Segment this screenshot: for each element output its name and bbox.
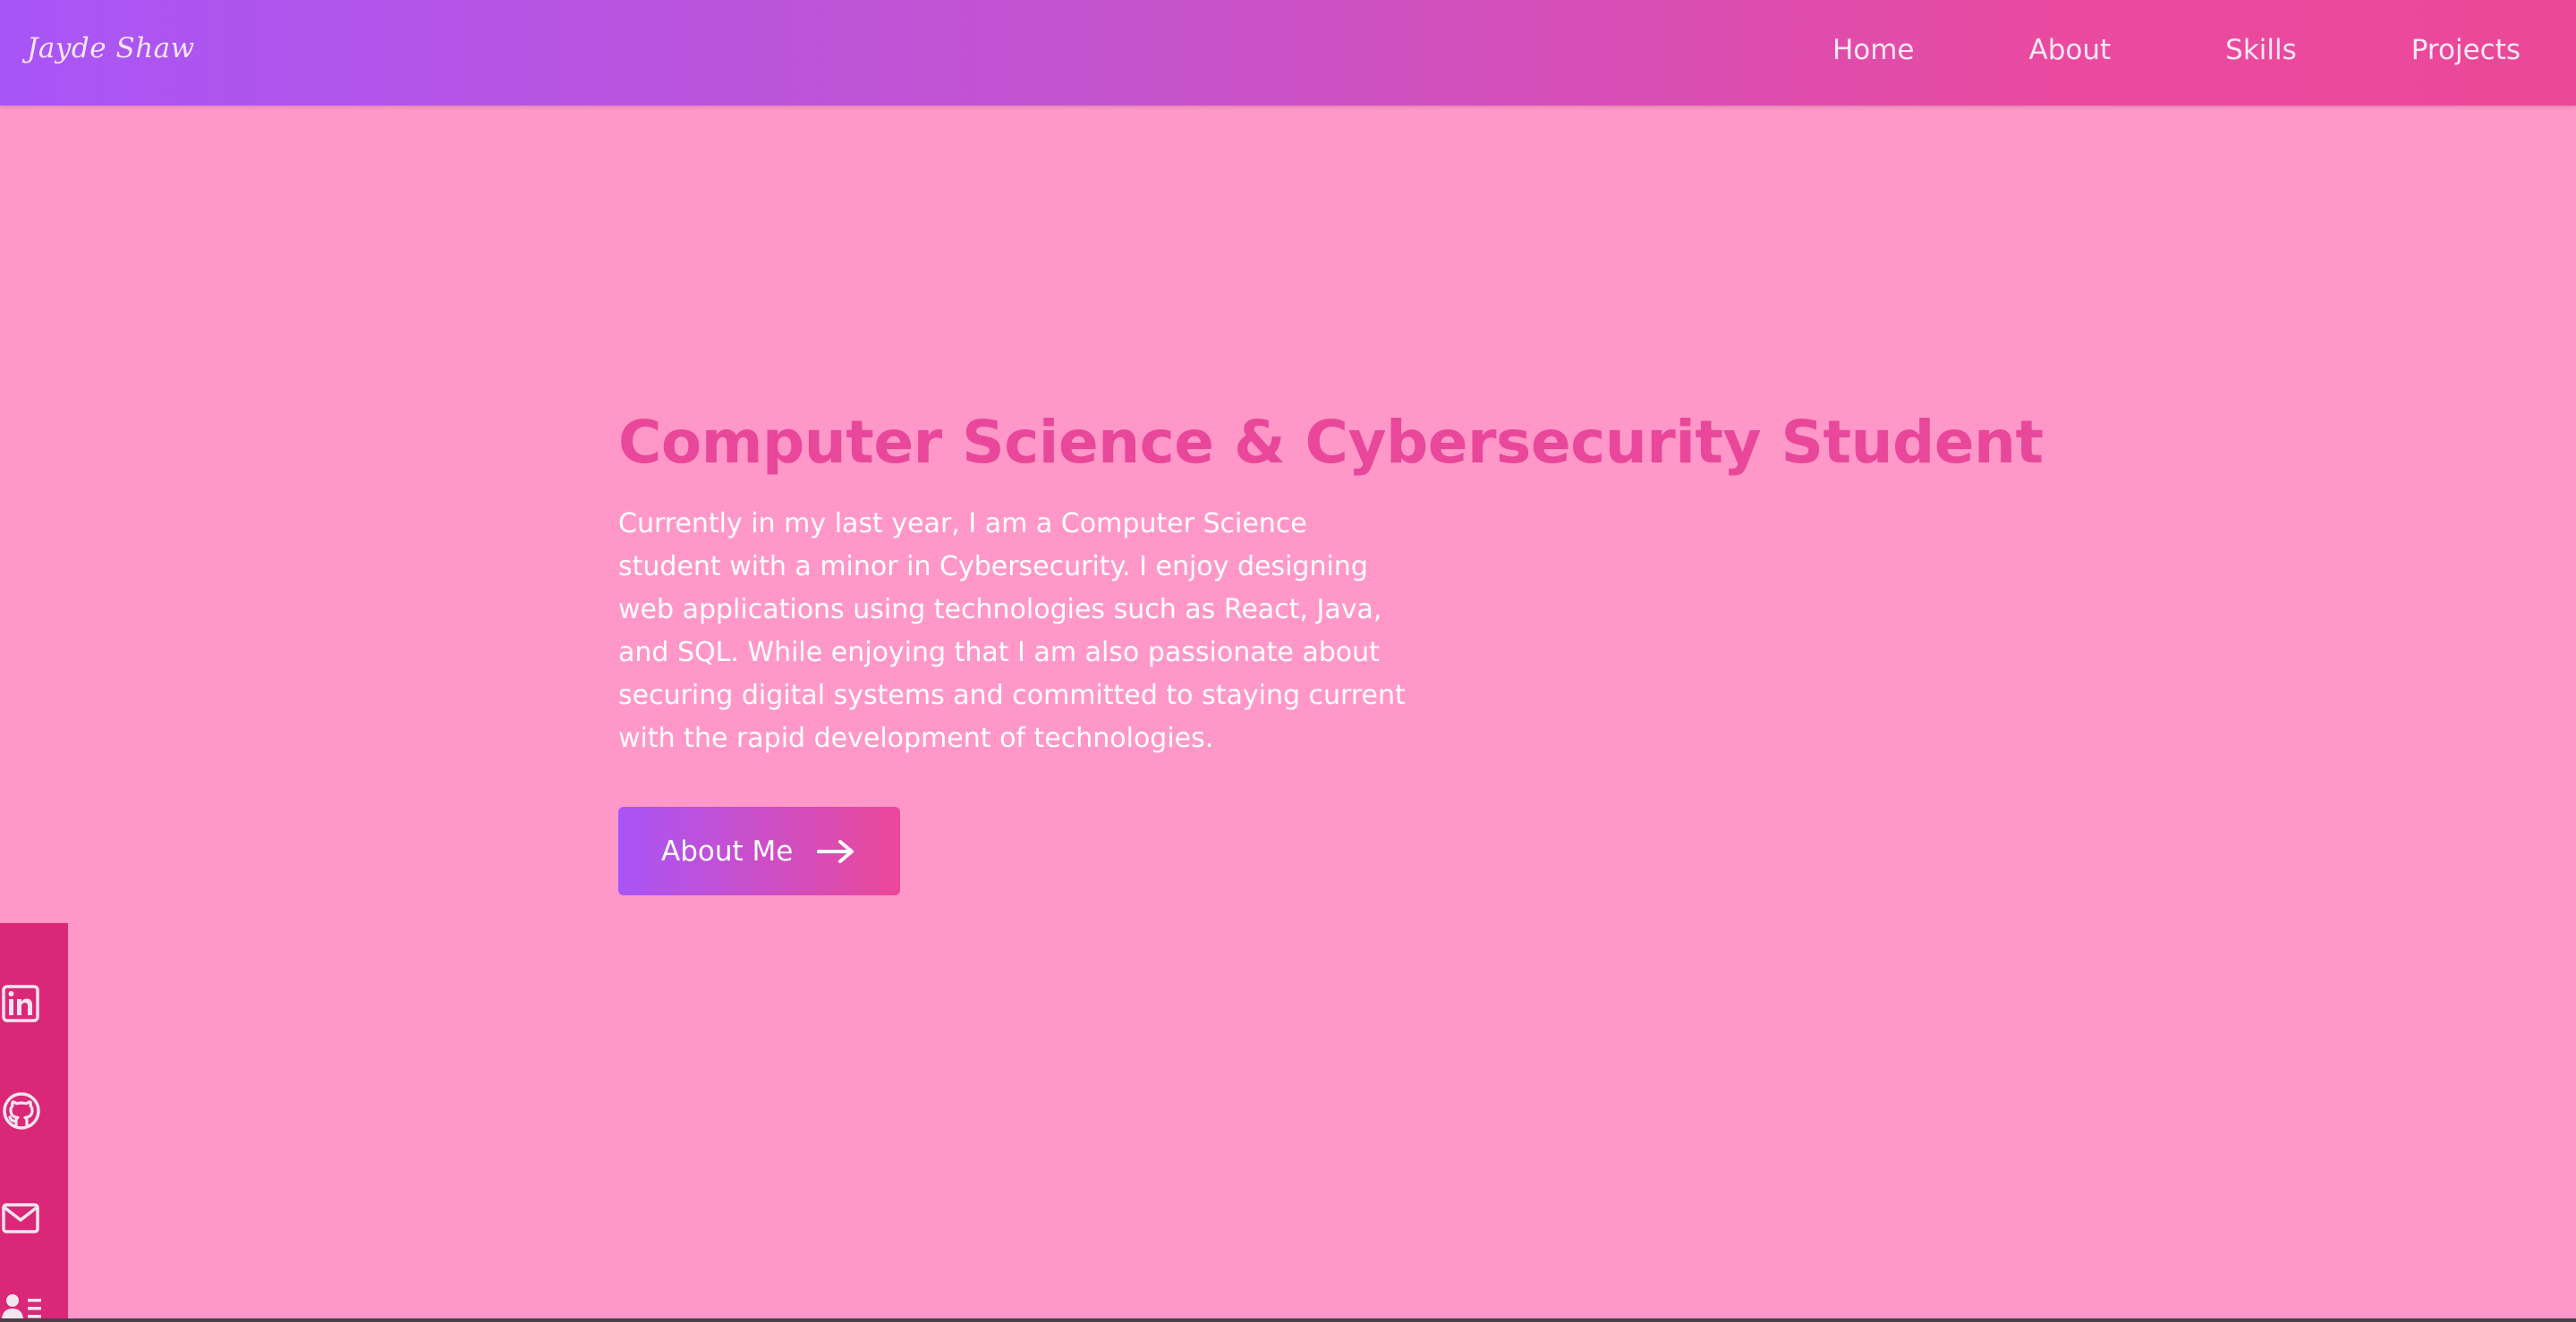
linkedin-icon	[0, 985, 39, 1026]
page: Jayde Shaw Home About Skills Projects Co…	[0, 0, 2576, 1322]
top-navbar: Jayde Shaw Home About Skills Projects	[0, 0, 2576, 106]
nav-link-projects[interactable]: Projects	[2411, 34, 2521, 66]
resume-link[interactable]	[0, 1275, 68, 1322]
social-sidebar	[0, 923, 68, 1322]
hero-section: Computer Science & Cybersecurity Student…	[618, 403, 2139, 895]
resume-icon	[0, 1292, 43, 1322]
hero-description: Currently in my last year, I am a Comput…	[618, 508, 1406, 754]
mail-icon	[0, 1203, 39, 1237]
about-me-button[interactable]: About Me	[618, 807, 900, 895]
email-link[interactable]	[0, 1184, 68, 1256]
nav-links: Home About Skills Projects	[1832, 34, 2521, 66]
window-bottom-edge	[0, 1318, 2576, 1322]
github-icon	[0, 1091, 41, 1134]
hero-title: Computer Science & Cybersecurity Student	[618, 408, 2044, 477]
arrow-right-icon	[816, 838, 855, 865]
brand-logo[interactable]: Jayde Shaw	[27, 32, 195, 64]
nav-link-home[interactable]: Home	[1832, 34, 1915, 66]
about-me-button-label: About Me	[661, 835, 794, 868]
nav-link-skills[interactable]: Skills	[2225, 34, 2297, 66]
nav-link-about[interactable]: About	[2029, 34, 2112, 66]
github-link[interactable]	[0, 1077, 68, 1148]
linkedin-link[interactable]	[0, 970, 68, 1041]
